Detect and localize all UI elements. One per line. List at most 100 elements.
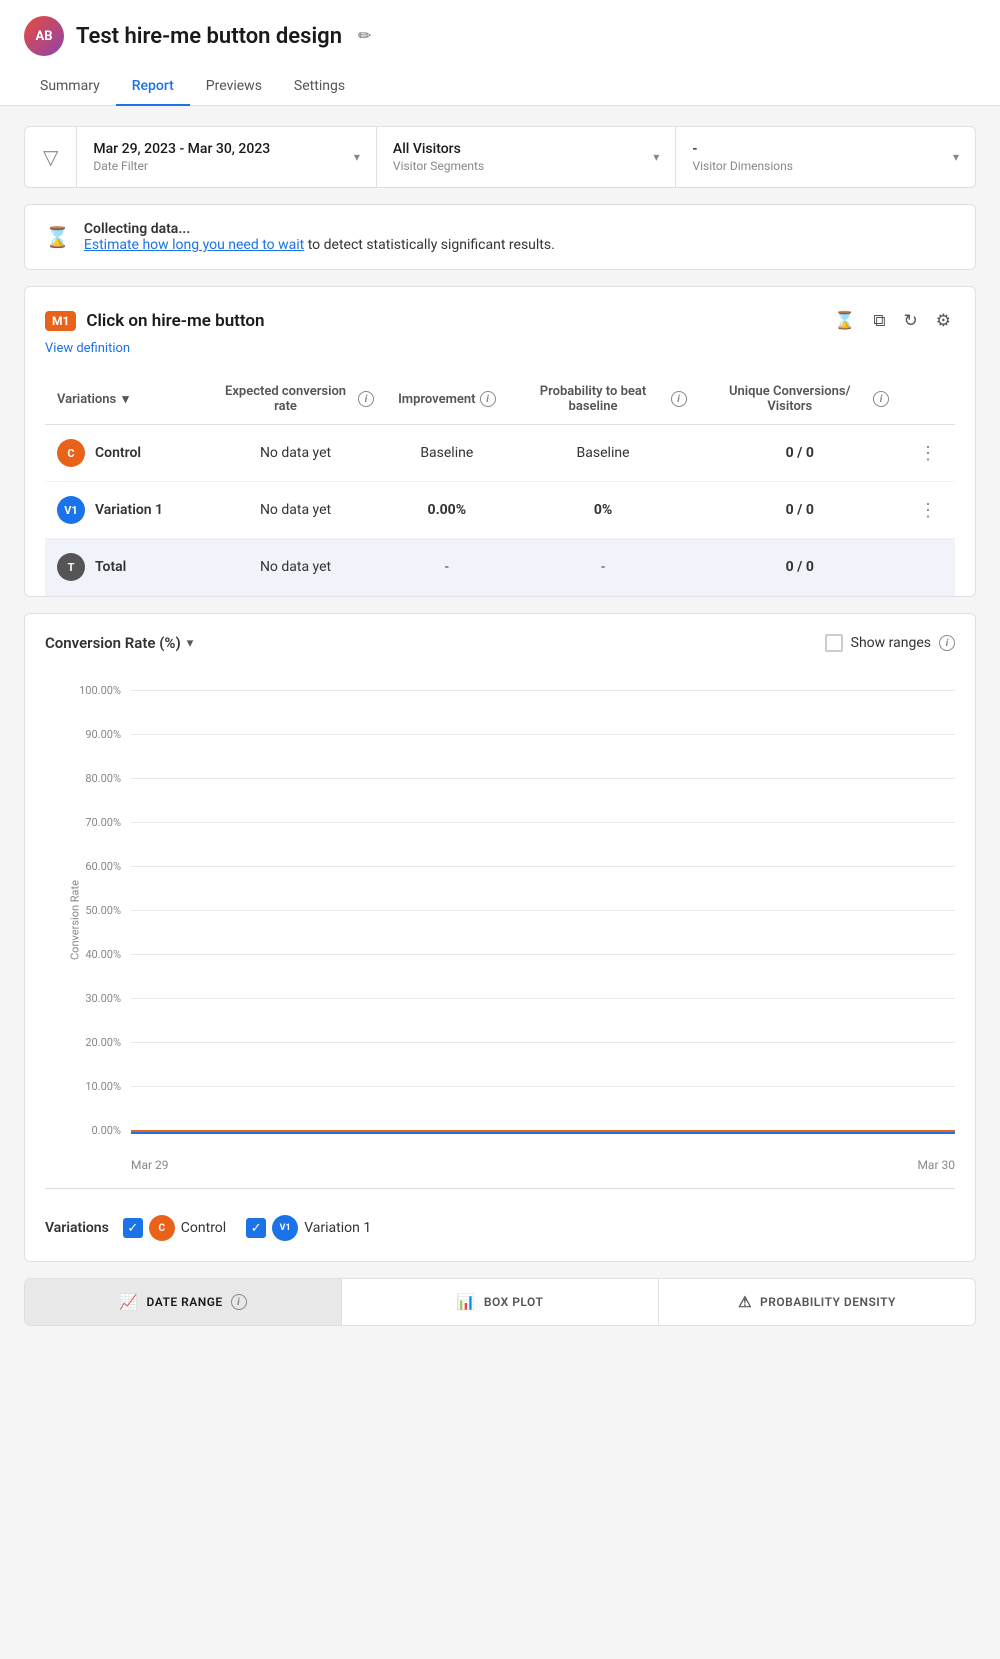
metric-title: Click on hire-me button bbox=[86, 311, 264, 331]
control-conversions: 0 / 0 bbox=[699, 425, 901, 482]
total-expected-rate: No data yet bbox=[205, 539, 386, 596]
header-top: AB Test hire-me button design ✏ bbox=[24, 16, 976, 56]
dimension-filter-label: Visitor Dimensions bbox=[692, 159, 792, 173]
metric-settings-button[interactable]: ⚙ bbox=[932, 307, 955, 335]
edit-title-button[interactable]: ✏ bbox=[354, 22, 375, 50]
chart-dropdown-arrow: ▾ bbox=[187, 636, 194, 651]
control-dot: C bbox=[57, 439, 85, 467]
metric-hourglass-button[interactable]: ⌛ bbox=[830, 307, 859, 335]
col-expected-rate: Expected conversion rate i bbox=[205, 374, 386, 425]
tab-box-plot[interactable]: 📊 BOX PLOT bbox=[342, 1279, 659, 1325]
date-filter-label: Date Filter bbox=[93, 159, 270, 173]
table-row-total: T Total No data yet - - 0 / 0 bbox=[45, 539, 955, 596]
control-name: Control bbox=[95, 445, 141, 461]
dimension-filter[interactable]: - Visitor Dimensions ▾ bbox=[676, 127, 975, 187]
filter-icon-section: ▽ bbox=[25, 127, 77, 187]
variations-table: Variations ▾ Expected conversion rate i … bbox=[45, 374, 955, 596]
main-content: ▽ Mar 29, 2023 - Mar 30, 2023 Date Filte… bbox=[0, 106, 1000, 1346]
expected-rate-info-icon[interactable]: i bbox=[358, 391, 374, 407]
show-ranges-checkbox[interactable] bbox=[825, 634, 843, 652]
hourglass-icon: ⌛ bbox=[45, 225, 70, 249]
tab-settings[interactable]: Settings bbox=[278, 68, 361, 106]
control-more-button[interactable]: ⋮ bbox=[913, 441, 943, 466]
collecting-message: Collecting data... bbox=[84, 221, 190, 237]
y-axis-label: Conversion Rate bbox=[69, 860, 82, 980]
total-name: Total bbox=[95, 559, 126, 575]
tab-summary[interactable]: Summary bbox=[24, 68, 116, 106]
x-axis-start: Mar 29 bbox=[131, 1158, 169, 1172]
col-variations: Variations ▾ bbox=[45, 374, 205, 425]
variations-legend: Variations ✓ C Control ✓ V1 Variation 1 bbox=[45, 1215, 955, 1241]
show-ranges-label: Show ranges bbox=[851, 635, 931, 651]
tab-date-range[interactable]: 📈 DATE RANGE i bbox=[25, 1279, 342, 1325]
control-expected-rate: No data yet bbox=[205, 425, 386, 482]
date-range-icon: 📈 bbox=[119, 1293, 138, 1311]
estimate-link[interactable]: Estimate how long you need to wait bbox=[84, 237, 304, 253]
date-filter-chevron: ▾ bbox=[354, 150, 360, 164]
v1-legend-name: Variation 1 bbox=[304, 1220, 371, 1236]
collecting-suffix: to detect statistically significant resu… bbox=[304, 237, 555, 253]
date-range-label: DATE RANGE bbox=[147, 1295, 223, 1309]
v1-legend-checkbox[interactable]: ✓ bbox=[246, 1218, 266, 1238]
probability-info-icon[interactable]: i bbox=[671, 391, 687, 407]
chart-title-row[interactable]: Conversion Rate (%) ▾ bbox=[45, 634, 193, 652]
tab-probability-density[interactable]: ⚠ PROBABILITY DENSITY bbox=[659, 1279, 975, 1325]
dimension-filter-value: - bbox=[692, 141, 792, 157]
filter-bar: ▽ Mar 29, 2023 - Mar 30, 2023 Date Filte… bbox=[24, 126, 976, 188]
metric-actions: ⌛ ⧉ ↻ ⚙ bbox=[830, 307, 955, 335]
metric-badge: M1 bbox=[45, 311, 76, 331]
tab-previews[interactable]: Previews bbox=[190, 68, 278, 106]
control-legend-name: Control bbox=[181, 1220, 226, 1236]
bottom-tabs: 📈 DATE RANGE i 📊 BOX PLOT ⚠ PROBABILITY … bbox=[24, 1278, 976, 1326]
chart-grid: 100.00%90.00%80.00%70.00%60.00%50.00%40.… bbox=[65, 668, 955, 1152]
v1-more-button[interactable]: ⋮ bbox=[913, 498, 943, 523]
probability-density-icon: ⚠ bbox=[738, 1293, 752, 1311]
segment-filter-chevron: ▾ bbox=[653, 150, 659, 164]
nav-tabs: Summary Report Previews Settings bbox=[24, 68, 976, 105]
metric-refresh-button[interactable]: ↻ bbox=[900, 307, 922, 335]
show-ranges-row: Show ranges i bbox=[825, 634, 955, 652]
total-probability: - bbox=[508, 539, 699, 596]
variations-legend-label: Variations bbox=[45, 1220, 109, 1236]
total-improvement: - bbox=[386, 539, 507, 596]
chart-header: Conversion Rate (%) ▾ Show ranges i bbox=[45, 634, 955, 652]
legend-item-control: ✓ C Control bbox=[123, 1215, 226, 1241]
control-legend-checkbox[interactable]: ✓ bbox=[123, 1218, 143, 1238]
metric-card-header: M1 Click on hire-me button ⌛ ⧉ ↻ ⚙ bbox=[45, 307, 955, 335]
col-improvement: Improvement i bbox=[386, 374, 507, 425]
metric-copy-button[interactable]: ⧉ bbox=[869, 307, 889, 335]
view-definition-link[interactable]: View definition bbox=[45, 341, 955, 356]
page-header: AB Test hire-me button design ✏ Summary … bbox=[0, 0, 1000, 106]
control-legend-dot: C bbox=[149, 1215, 175, 1241]
x-axis-end: Mar 30 bbox=[917, 1158, 955, 1172]
v1-legend-dot: V1 bbox=[272, 1215, 298, 1241]
v1-conversions: 0 / 0 bbox=[699, 482, 901, 539]
filter-icon: ▽ bbox=[43, 145, 58, 169]
metric-card: M1 Click on hire-me button ⌛ ⧉ ↻ ⚙ View … bbox=[24, 286, 976, 597]
avatar: AB bbox=[24, 16, 64, 56]
segment-filter-label: Visitor Segments bbox=[393, 159, 484, 173]
box-plot-icon: 📊 bbox=[457, 1293, 476, 1311]
control-improvement: Baseline bbox=[386, 425, 507, 482]
v1-dot: V1 bbox=[57, 496, 85, 524]
box-plot-label: BOX PLOT bbox=[484, 1295, 543, 1309]
legend-item-v1: ✓ V1 Variation 1 bbox=[246, 1215, 371, 1241]
v1-improvement: 0.00% bbox=[386, 482, 507, 539]
date-filter[interactable]: Mar 29, 2023 - Mar 30, 2023 Date Filter … bbox=[77, 127, 377, 187]
segment-filter[interactable]: All Visitors Visitor Segments ▾ bbox=[377, 127, 677, 187]
date-range-info-icon[interactable]: i bbox=[231, 1294, 247, 1310]
col-conversions: Unique Conversions/ Visitors i bbox=[699, 374, 901, 425]
tab-report[interactable]: Report bbox=[116, 68, 190, 106]
page-title: Test hire-me button design bbox=[76, 24, 342, 49]
control-probability: Baseline bbox=[508, 425, 699, 482]
chart-legend-section: Variations ✓ C Control ✓ V1 Variation 1 bbox=[45, 1188, 955, 1241]
conversions-info-icon[interactable]: i bbox=[873, 391, 889, 407]
improvement-info-icon[interactable]: i bbox=[480, 391, 496, 407]
v1-name: Variation 1 bbox=[95, 502, 163, 518]
show-ranges-info-icon[interactable]: i bbox=[939, 635, 955, 651]
total-dot: T bbox=[57, 553, 85, 581]
date-filter-value: Mar 29, 2023 - Mar 30, 2023 bbox=[93, 141, 270, 157]
v1-expected-rate: No data yet bbox=[205, 482, 386, 539]
variations-filter-icon[interactable]: ▾ bbox=[122, 392, 129, 407]
total-conversions: 0 / 0 bbox=[699, 539, 901, 596]
